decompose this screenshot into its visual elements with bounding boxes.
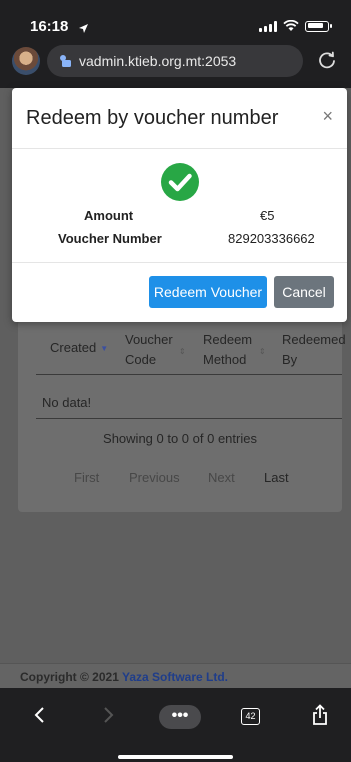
modal-title: Redeem by voucher number [26, 107, 279, 129]
location-arrow-icon [78, 21, 89, 39]
sort-desc-icon: ▼ [100, 343, 109, 353]
footer-brand-link[interactable]: Yaza Software Ltd. [122, 670, 228, 684]
column-header-redeem-method[interactable]: Redeem Method ⇕ [203, 330, 266, 370]
redeem-voucher-modal: Redeem by voucher number × Amount €5 Vou… [12, 88, 347, 322]
more-icon[interactable]: ••• [159, 705, 201, 729]
tabs-icon[interactable]: 42 [241, 708, 260, 725]
share-icon[interactable] [312, 704, 328, 732]
redeem-voucher-button[interactable]: Redeem Voucher [149, 276, 267, 308]
column-header-created[interactable]: Created ▼ [50, 338, 108, 359]
empty-table-message: No data! [42, 395, 92, 410]
pagination-previous[interactable]: Previous [129, 470, 180, 485]
cancel-button[interactable]: Cancel [274, 276, 334, 308]
wifi-icon [283, 20, 299, 31]
status-indicators [259, 20, 332, 32]
signal-icon [259, 20, 277, 32]
modal-footer-divider [12, 262, 347, 263]
reload-icon[interactable] [317, 50, 337, 70]
pagination-next[interactable]: Next [208, 470, 235, 485]
column-header-redeemed-by[interactable]: Redeemed By [282, 330, 346, 370]
forward-icon [103, 706, 115, 730]
header-divider [36, 374, 342, 375]
vouchers-table-card: Created ▼ Voucher Code ⇕ Redeem Method ⇕ … [18, 320, 346, 512]
pagination-last[interactable]: Last [264, 470, 289, 485]
browser-bottom-bar: ••• 42 [0, 688, 351, 762]
url-text: vadmin.ktieb.org.mt:2053 [79, 53, 237, 69]
status-time: 16:18 [30, 18, 69, 35]
pagination-first[interactable]: First [74, 470, 99, 485]
voucher-number-label: Voucher Number [58, 231, 162, 246]
voucher-number-value: 829203336662 [228, 231, 315, 246]
profile-avatar[interactable] [12, 47, 40, 75]
copyright-text: Copyright © 2021 Yaza Software Ltd. [20, 670, 229, 684]
back-icon[interactable] [33, 706, 45, 730]
home-indicator [118, 755, 233, 759]
column-header-voucher-code[interactable]: Voucher Code ⇕ [125, 330, 186, 370]
sort-icon: ⇕ [259, 347, 266, 356]
amount-label: Amount [84, 208, 134, 223]
close-icon[interactable]: × [322, 106, 333, 127]
battery-icon [305, 20, 332, 32]
browser-top-bar: 16:18 vadmin.ktieb.org.mt:2053 [0, 0, 351, 88]
table-info: Showing 0 to 0 of 0 entries [103, 431, 257, 446]
modal-header-divider [12, 148, 347, 149]
amount-value: €5 [260, 208, 275, 223]
sort-icon: ⇕ [179, 347, 186, 356]
page-footer: Copyright © 2021 Yaza Software Ltd. [0, 663, 351, 688]
row-divider [36, 418, 342, 419]
address-bar[interactable]: vadmin.ktieb.org.mt:2053 [47, 45, 303, 77]
check-circle-icon [161, 163, 199, 201]
lock-icon [60, 55, 71, 67]
